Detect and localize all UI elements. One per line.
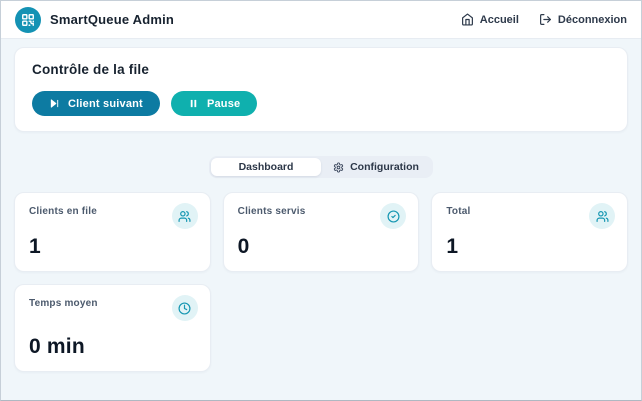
app-title: SmartQueue Admin [50,12,175,27]
clock-icon [171,295,198,321]
view-tabs: Dashboard Configuration [209,156,433,178]
stat-card-total: Total 1 [431,192,628,272]
check-circle-icon [380,203,407,229]
pause-button[interactable]: Pause [170,91,258,116]
stat-card-clients-servis: Clients servis 0 [222,192,420,272]
stats-grid: Clients en file 1 Clients servis 0 Total… [14,192,628,372]
stat-label: Clients en file [29,206,98,217]
users-icon [171,203,198,229]
tab-dashboard-label: Dashboard [238,161,294,173]
nav-deconnexion[interactable]: Déconnexion [539,13,627,26]
home-icon [461,13,474,26]
stat-card-clients-en-file: Clients en file 1 [14,192,211,272]
stat-value: 1 [29,235,41,258]
queue-control-card: Contrôle de la file Client suivant Pause [14,47,628,132]
logout-icon [539,13,552,26]
control-buttons: Client suivant Pause [32,91,610,116]
pause-icon [188,98,199,109]
stat-value: 1 [446,235,459,258]
tab-configuration[interactable]: Configuration [321,158,431,176]
stat-value: 0 [237,235,250,258]
header-nav: Accueil Déconnexion [461,13,627,26]
control-card-title: Contrôle de la file [32,62,150,77]
app-header: SmartQueue Admin Accueil Déconnexion [1,1,641,39]
pause-label: Pause [206,97,241,110]
tab-configuration-label: Configuration [350,161,419,173]
stat-card-temps-moyen: Temps moyen 0 min [14,284,211,372]
stat-label: Clients servis [237,206,306,217]
smartqueue-admin-app: SmartQueue Admin Accueil Déconnexion Con… [0,0,642,401]
skip-forward-icon [49,98,60,109]
qr-code-logo-icon [15,6,41,33]
brand: SmartQueue Admin [15,6,175,33]
tabs-wrapper: Dashboard Configuration [14,156,628,178]
stat-label: Temps moyen [29,298,98,309]
main-content: Contrôle de la file Client suivant Pause… [1,39,641,372]
nav-accueil-label: Accueil [479,13,519,26]
nav-accueil[interactable]: Accueil [461,13,519,26]
users-icon [589,203,615,229]
stat-label: Total [446,206,471,217]
nav-deconnexion-label: Déconnexion [557,13,627,26]
next-client-button[interactable]: Client suivant [32,91,160,116]
tab-dashboard[interactable]: Dashboard [211,158,321,176]
gear-icon [333,161,344,173]
next-client-label: Client suivant [68,97,143,110]
stat-value: 0 min [29,335,85,358]
